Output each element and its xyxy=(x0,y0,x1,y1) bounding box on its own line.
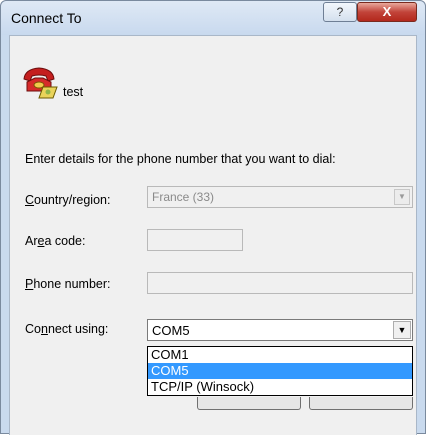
chevron-down-icon[interactable]: ▼ xyxy=(393,321,411,339)
instructions-text: Enter details for the phone number that … xyxy=(25,152,336,166)
access-key: C xyxy=(25,193,35,207)
country-region-label: Country/region: xyxy=(25,193,110,207)
window-title: Connect To xyxy=(11,10,82,26)
label-part: Co xyxy=(25,322,41,336)
connect-to-dialog: Connect To ? X test Enter details for th… xyxy=(0,0,426,435)
area-code-label: Area code: xyxy=(25,234,85,248)
ok-button[interactable] xyxy=(197,397,301,410)
dropdown-option-selected[interactable]: COM5 xyxy=(148,363,412,379)
dropdown-option[interactable]: COM1 xyxy=(148,347,412,363)
connect-using-dropdown-list: COM1 COM5 TCP/IP (Winsock) xyxy=(147,346,413,396)
label-part: Ar xyxy=(25,234,38,248)
country-region-select[interactable]: France (33) ▼ xyxy=(147,186,413,208)
red-phone-icon xyxy=(23,67,58,99)
label-part: a code: xyxy=(44,234,86,248)
phone-number-field[interactable] xyxy=(147,272,413,294)
label-part: hone number: xyxy=(33,277,111,291)
phone-number-label: Phone number: xyxy=(25,277,110,291)
country-region-value: France (33) xyxy=(152,190,215,204)
chevron-down-icon[interactable]: ▼ xyxy=(394,189,410,205)
connect-using-combobox[interactable]: COM5 ▼ xyxy=(147,319,413,341)
connection-name: test xyxy=(63,85,84,99)
connect-using-label: Connect using: xyxy=(25,322,108,336)
dropdown-option[interactable]: TCP/IP (Winsock) xyxy=(148,379,412,395)
label-part: nect using: xyxy=(47,322,109,336)
access-key: n xyxy=(40,322,48,336)
label-part: ountry/region: xyxy=(34,193,111,207)
cancel-button[interactable] xyxy=(309,397,413,410)
close-button[interactable]: X xyxy=(357,2,417,22)
connect-using-value: COM5 xyxy=(152,323,190,338)
title-bar[interactable]: Connect To ? X xyxy=(1,1,425,35)
help-button[interactable]: ? xyxy=(323,2,357,22)
area-code-field[interactable] xyxy=(147,229,243,251)
